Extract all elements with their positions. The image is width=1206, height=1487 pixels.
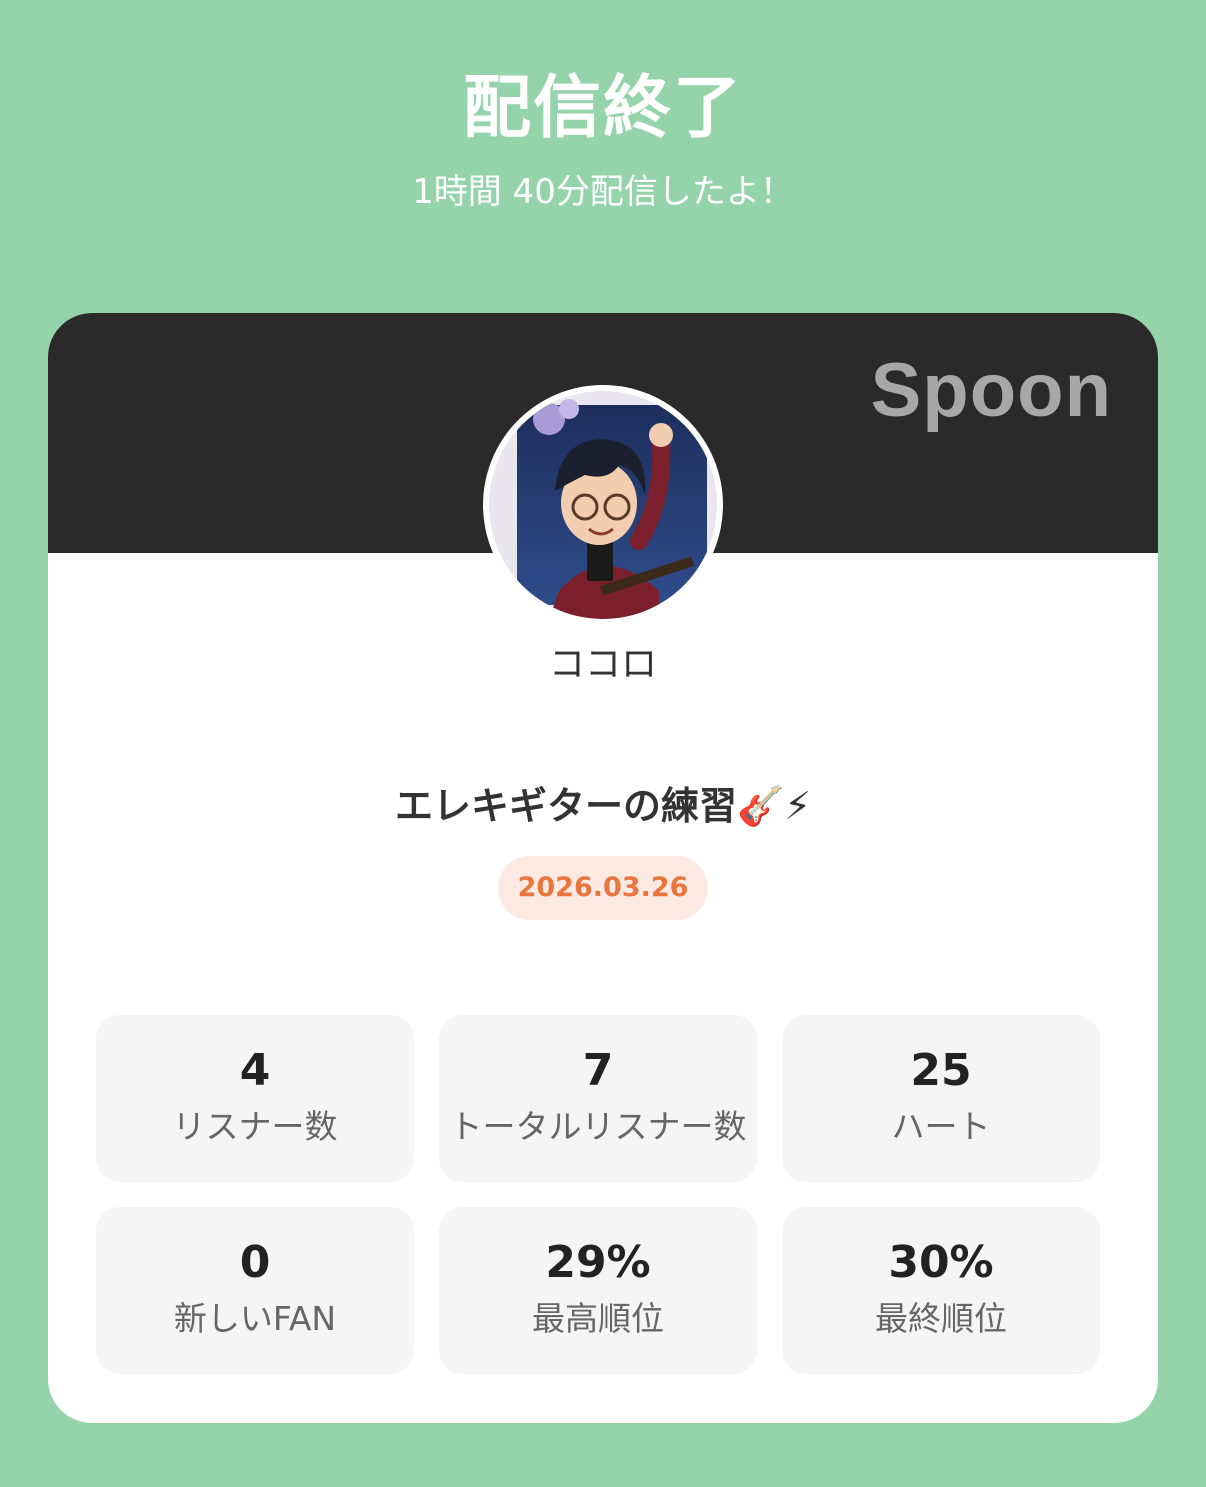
stat-label: 最高順位	[532, 1299, 664, 1338]
date-badge: 2026.03.26	[497, 856, 709, 920]
stats-grid: 4 リスナー数 7 トータルリスナー数 25 ハート 0 新しいFAN 29% …	[96, 1015, 1100, 1374]
stat-value: 7	[582, 1045, 614, 1096]
broadcast-duration: 1時間 40分配信したよ！	[412, 172, 794, 212]
page-title: 配信終了	[462, 69, 743, 148]
stat-value: 0	[239, 1237, 271, 1288]
stat-listeners: 4 リスナー数	[96, 1015, 414, 1182]
broadcast-summary-card: Spoon ココロ エレキギターの練習🎸⚡ 2026.03.26 4 リスナー数…	[48, 313, 1158, 1423]
spoon-logo: Spoon	[870, 348, 1112, 433]
avatar-image	[489, 391, 717, 619]
stat-label: ハート	[891, 1107, 991, 1146]
stat-value: 30%	[888, 1237, 994, 1288]
stat-label: トータルリスナー数	[449, 1107, 747, 1146]
date-badge-container: 2026.03.26	[48, 856, 1158, 920]
stat-total-listeners: 7 トータルリスナー数	[439, 1015, 757, 1182]
stat-value: 4	[239, 1045, 271, 1096]
stream-title: エレキギターの練習🎸⚡	[395, 784, 811, 828]
stat-value: 29%	[545, 1237, 651, 1288]
stat-label: リスナー数	[172, 1107, 338, 1146]
stat-value: 25	[910, 1045, 972, 1096]
stat-new-fans: 0 新しいFAN	[96, 1207, 414, 1374]
stat-hearts: 25 ハート	[782, 1015, 1100, 1182]
stat-final-rank: 30% 最終順位	[782, 1207, 1100, 1374]
stat-label: 新しいFAN	[173, 1299, 337, 1338]
avatar[interactable]	[483, 385, 723, 625]
stat-label: 最終順位	[875, 1299, 1007, 1338]
username: ココロ	[548, 644, 657, 685]
stat-best-rank: 29% 最高順位	[439, 1207, 757, 1374]
